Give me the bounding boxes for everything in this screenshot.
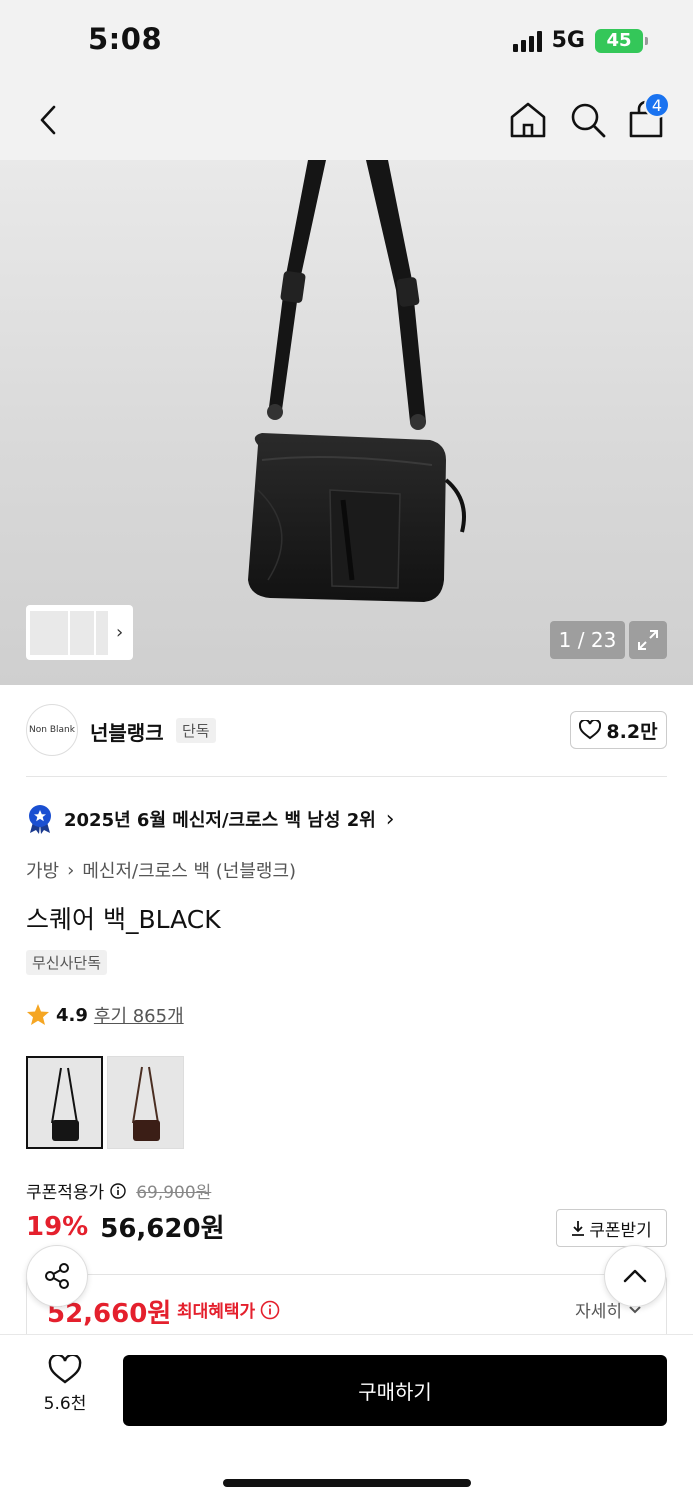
price-row: 19% 56,620원 — [26, 1208, 225, 1245]
heart-icon — [48, 1355, 82, 1384]
chevron-right-icon: › — [385, 806, 395, 832]
star-icon — [27, 1004, 49, 1025]
home-icon — [510, 102, 546, 138]
search-button[interactable] — [566, 98, 610, 142]
get-coupon-button[interactable]: 쿠폰받기 — [556, 1209, 667, 1247]
product-tag: 무신사단독 — [26, 950, 108, 975]
wishlist-button[interactable]: 5.6천 — [36, 1355, 94, 1425]
brand-logo[interactable]: Non Blank — [26, 704, 78, 756]
chevron-left-icon — [40, 105, 56, 135]
brand-like-count: 8.2만 — [606, 720, 658, 743]
brand-like-button[interactable]: 8.2만 — [570, 711, 667, 749]
rating-score: 4.9 — [56, 1004, 88, 1026]
coupon-label-text: 쿠폰적용가 — [26, 1183, 105, 1203]
info-icon[interactable] — [260, 1300, 280, 1320]
color-option-image — [51, 1067, 79, 1141]
reviews-link[interactable]: 후기 865개 — [94, 1002, 184, 1028]
download-icon — [572, 1221, 585, 1236]
share-icon — [45, 1263, 69, 1289]
product-title: 스퀘어 백_BLACK — [26, 905, 221, 934]
ranking-text: 2025년 6월 메신저/크로스 백 남성 2위 — [64, 810, 376, 831]
thumbnail-image[interactable] — [30, 610, 68, 655]
network-label: 5G — [551, 28, 585, 53]
color-option-brown[interactable] — [107, 1056, 184, 1149]
battery-level: 45 — [606, 30, 632, 51]
ranking-badge-icon — [29, 805, 51, 834]
share-button[interactable] — [26, 1245, 88, 1307]
breadcrumb: 가방 › 메신저/크로스 백 (넌블랭크) — [26, 857, 296, 883]
heart-icon — [579, 720, 602, 740]
color-option-image — [132, 1066, 160, 1141]
coupon-price-label: 쿠폰적용가 69,900원 — [26, 1178, 211, 1203]
chevron-right-icon: › — [116, 622, 124, 643]
wishlist-count: 5.6천 — [43, 1394, 87, 1414]
exclusive-badge: 단독 — [176, 718, 216, 743]
original-price: 69,900원 — [136, 1183, 212, 1203]
cart-count-badge: 4 — [644, 92, 670, 118]
scroll-to-top-button[interactable] — [604, 1245, 666, 1307]
max-benefit-box[interactable]: 52,660원 최대혜택가 자세히 — [26, 1274, 667, 1334]
color-option-black[interactable] — [26, 1056, 103, 1149]
product-image-gallery[interactable]: › 1 / 23 — [0, 160, 693, 685]
battery-icon: 45 — [595, 28, 648, 53]
status-indicators: 5G 45 — [512, 28, 648, 53]
search-icon — [571, 103, 606, 138]
image-counter: 1 / 23 — [550, 621, 625, 659]
divider — [26, 776, 667, 777]
expand-icon — [638, 630, 658, 650]
discount-rate: 19% — [26, 1211, 89, 1242]
chevron-up-icon — [623, 1269, 647, 1283]
home-indicator — [223, 1479, 471, 1487]
chevron-right-icon: › — [67, 859, 75, 881]
max-benefit-label-text: 최대혜택가 — [177, 1302, 256, 1322]
thumbnail-image[interactable] — [70, 610, 94, 655]
breadcrumb-subcategory[interactable]: 메신저/크로스 백 (넌블랭크) — [82, 857, 296, 883]
status-bar: 5:08 5G 45 — [0, 0, 693, 80]
get-coupon-label: 쿠폰받기 — [589, 1220, 652, 1241]
max-benefit-label: 최대혜택가 — [177, 1297, 280, 1322]
ranking-banner[interactable]: 2025년 6월 메신저/크로스 백 남성 2위 › — [26, 804, 395, 834]
home-button[interactable] — [506, 98, 550, 142]
bottom-action-bar: 5.6천 구매하기 — [0, 1334, 693, 1500]
buy-button[interactable]: 구매하기 — [123, 1355, 667, 1426]
info-icon[interactable] — [110, 1182, 126, 1199]
sale-price: 56,620원 — [100, 1214, 225, 1244]
brand-row: Non Blank 넌블랭크 단독 8.2만 — [26, 704, 667, 758]
breadcrumb-category[interactable]: 가방 — [26, 857, 59, 883]
nav-bar: 4 — [0, 80, 693, 160]
details-label: 자세히 — [575, 1302, 622, 1322]
back-button[interactable] — [28, 100, 68, 140]
expand-button[interactable] — [629, 621, 667, 659]
status-time: 5:08 — [88, 22, 163, 56]
cart-button[interactable]: 4 — [624, 92, 670, 142]
brand-name[interactable]: 넌블랭크 — [90, 717, 164, 746]
thumbnail-image[interactable] — [96, 610, 108, 655]
thumbnail-strip[interactable]: › — [26, 605, 133, 660]
signal-icon — [512, 30, 542, 52]
rating-row: 4.9 후기 865개 — [26, 1002, 184, 1028]
